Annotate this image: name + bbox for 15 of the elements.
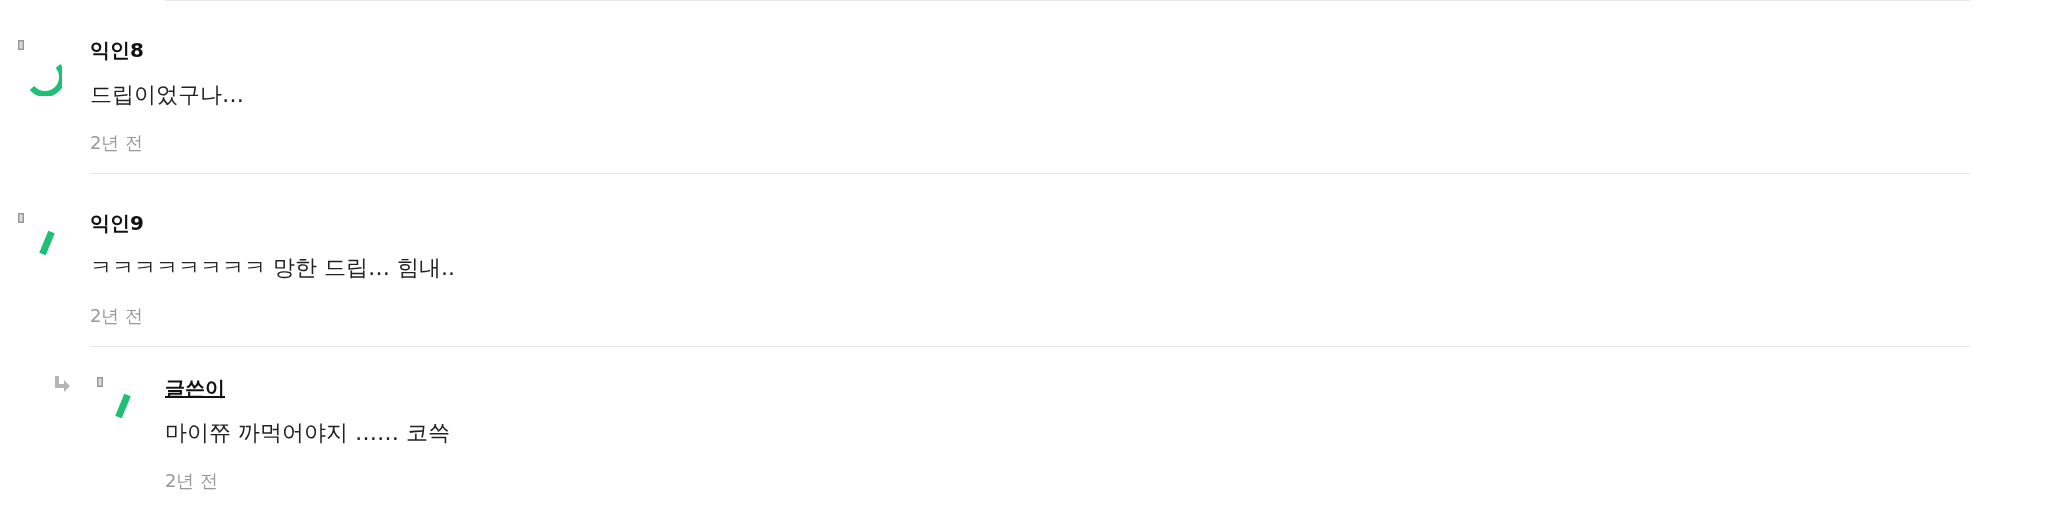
author-name: 익인9 [90, 211, 144, 235]
comment-time: 2년 전 [90, 131, 145, 155]
author-name: 익인8 [90, 38, 144, 62]
broken-image-icon [97, 377, 103, 387]
broken-image-icon [18, 213, 24, 223]
broken-image-icon [18, 40, 24, 50]
comment-time: 2년 전 [165, 469, 220, 493]
author-name: 글쓴이 [165, 376, 225, 400]
comment-text: 마이쮸 까먹어야지 …… 코쓱 [165, 419, 450, 447]
loading-spinner-icon [115, 393, 131, 419]
loading-spinner-icon [39, 230, 55, 256]
comment-time: 2년 전 [90, 304, 145, 328]
comment-text: ㅋㅋㅋㅋㅋㅋㅋㅋ 망한 드립… 힘내.. [90, 254, 455, 282]
reply-arrow-icon [53, 376, 71, 392]
comment-text: 드립이었구나… [90, 81, 244, 109]
